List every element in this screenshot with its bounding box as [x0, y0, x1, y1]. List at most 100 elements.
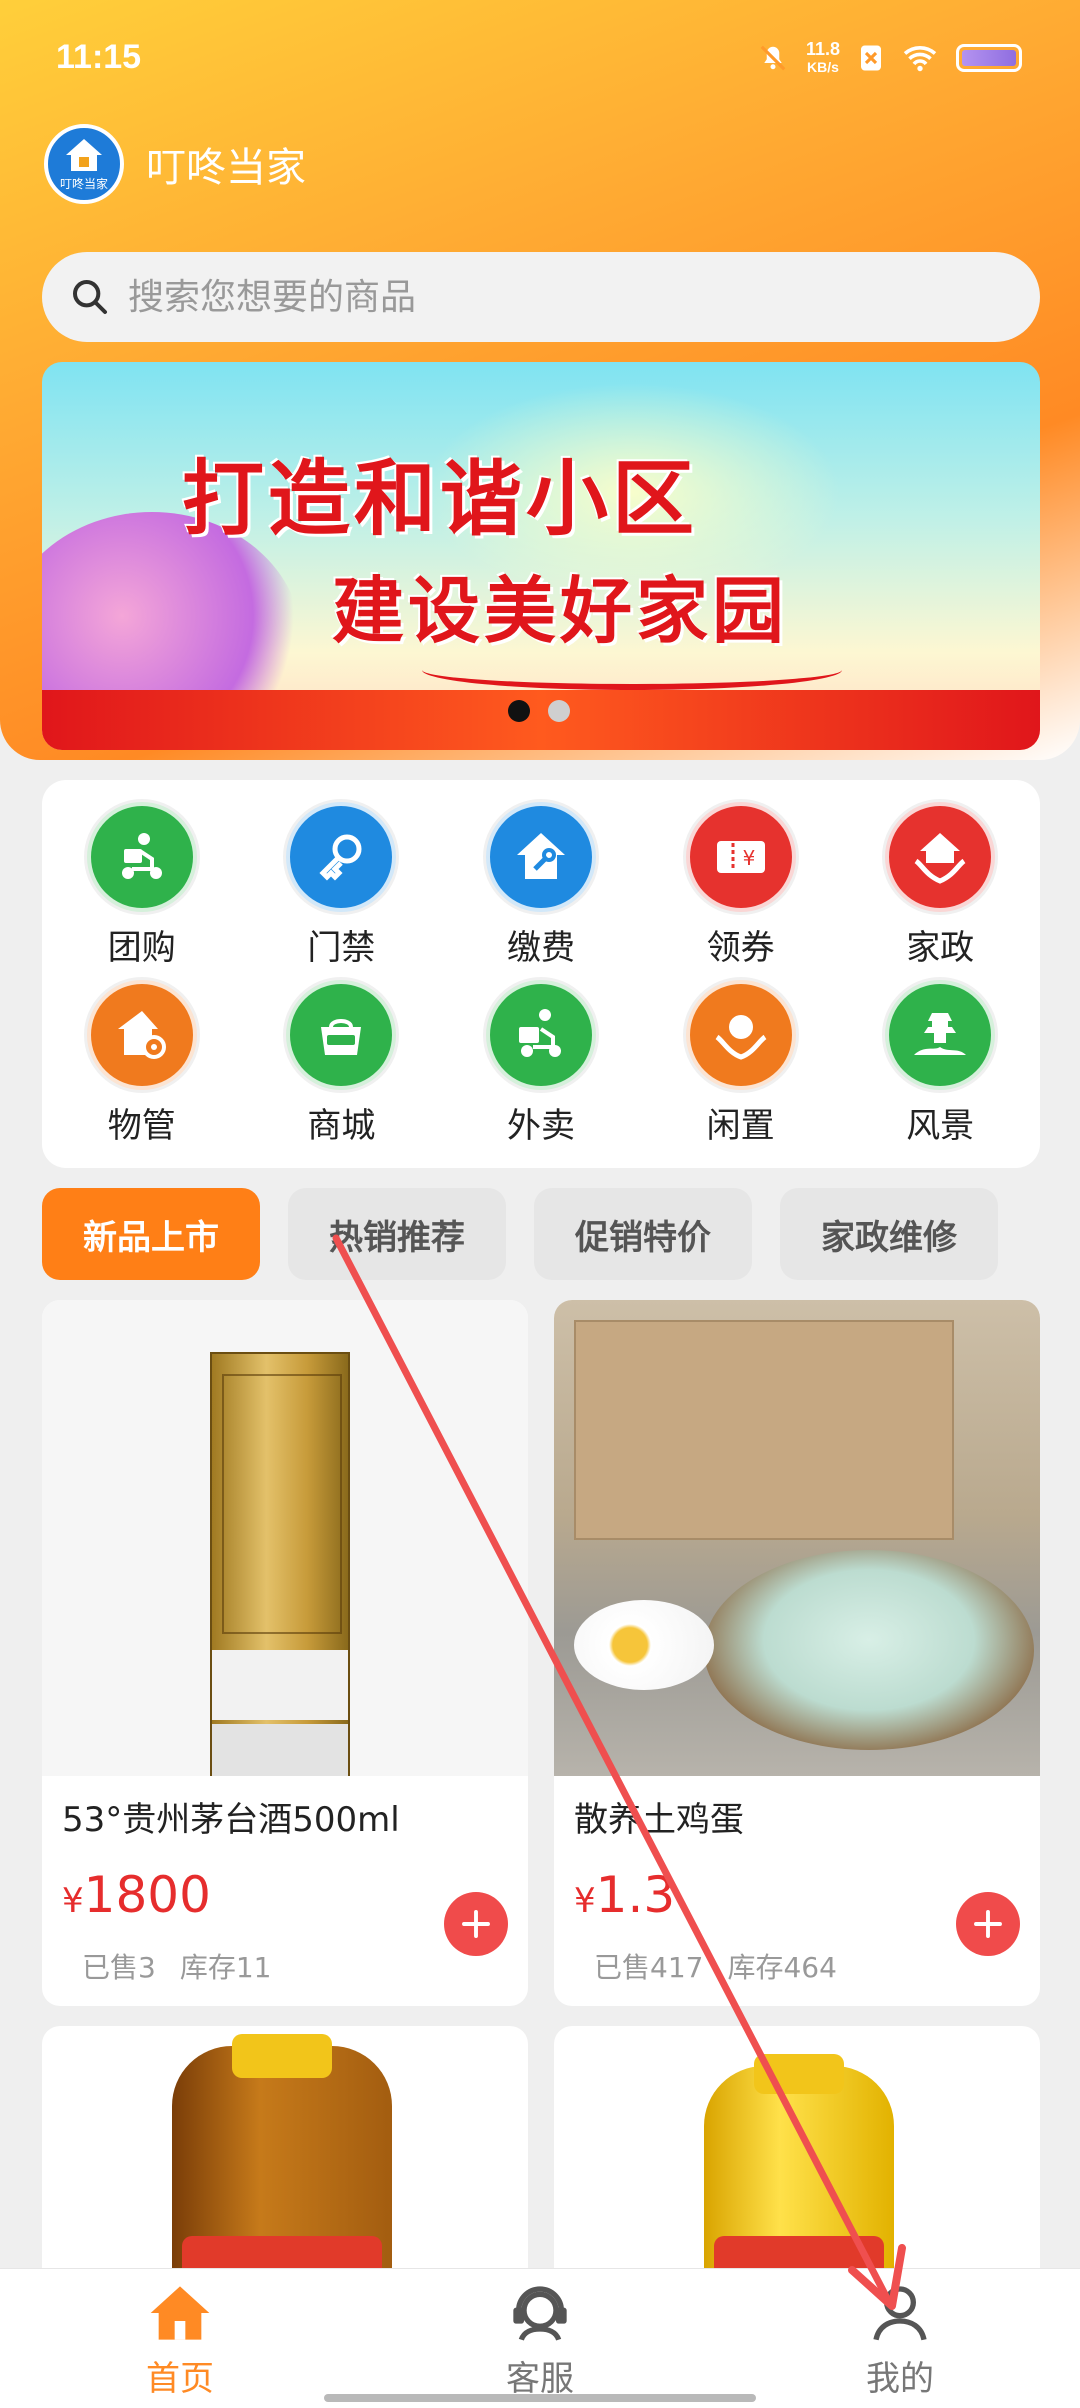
home-hands-icon — [885, 801, 996, 912]
key-icon — [286, 801, 397, 912]
product-image — [554, 1300, 1040, 1776]
network-speed-unit: KB/s — [807, 59, 839, 75]
customer-service-icon — [513, 2286, 567, 2341]
mute-bell-icon — [760, 45, 786, 71]
service-access-control[interactable]: 门禁 — [242, 796, 442, 974]
product-grid: 53°贵州茅台酒500ml ¥1800 已售3 库存11 散养土鸡蛋 ¥1.3 … — [42, 1300, 1040, 2326]
banner-line1: 打造和谐小区 — [182, 452, 699, 547]
nav-label: 客服 — [506, 2359, 574, 2399]
service-secondhand[interactable]: 闲置 — [641, 974, 841, 1152]
wifi-icon — [903, 46, 937, 72]
add-to-cart-button[interactable] — [444, 1892, 508, 1956]
service-housekeeping[interactable]: 家政 — [840, 796, 1040, 974]
product-image — [42, 1300, 528, 1776]
sold-count: 已售3 — [82, 1951, 156, 1984]
tab-new-arrivals[interactable]: 新品上市 — [42, 1188, 260, 1280]
coupon-icon: ¥ — [685, 801, 796, 912]
egg-box-image — [574, 1320, 954, 1540]
banner-dot-1[interactable] — [508, 700, 530, 722]
nav-profile[interactable]: 我的 — [720, 2269, 1080, 2408]
service-group-buy[interactable]: 团购 — [42, 796, 242, 974]
logo-text: 叮咚当家 — [59, 176, 108, 191]
service-label: 风景 — [906, 1105, 975, 1146]
product-name: 散养土鸡蛋 — [574, 1800, 744, 1840]
svg-text:¥: ¥ — [742, 846, 755, 870]
home-wrench-icon — [485, 801, 596, 912]
app-brand: 叮咚当家 叮咚当家 — [44, 124, 306, 204]
status-time: 11:15 — [56, 38, 142, 76]
service-label: 缴费 — [506, 927, 575, 968]
service-payment[interactable]: 缴费 — [441, 796, 641, 974]
product-stats: 已售417 库存464 — [594, 1946, 837, 1986]
category-tabs: 新品上市 热销推荐 促销特价 家政维修 — [42, 1188, 1040, 1280]
service-property[interactable]: 物管 — [42, 974, 242, 1152]
service-label: 领券 — [706, 927, 775, 968]
nav-customer-service[interactable]: 客服 — [360, 2269, 720, 2408]
app-logo: 叮咚当家 — [44, 124, 124, 204]
product-card[interactable]: 53°贵州茅台酒500ml ¥1800 已售3 库存11 — [42, 1300, 528, 2006]
currency-symbol: ¥ — [574, 1881, 596, 1921]
service-label: 商城 — [307, 1105, 376, 1146]
tab-housekeeping-repair[interactable]: 家政维修 — [780, 1188, 998, 1280]
banner-pagination[interactable] — [508, 700, 570, 722]
house-logo-icon — [66, 138, 102, 171]
app-name: 叮咚当家 — [146, 145, 306, 191]
banner-dot-2[interactable] — [548, 700, 570, 722]
sim-off-icon — [861, 45, 881, 71]
service-grid: 团购 门禁 缴费 ¥ 领券 家政 物管 商城 外卖 闲置 风景 — [42, 780, 1040, 1168]
property-gear-icon — [86, 979, 197, 1090]
service-label: 家政 — [906, 927, 975, 968]
banner-line2: 建设美好家园 — [332, 569, 789, 653]
price-value: 1.3 — [595, 1866, 676, 1924]
product-name: 53°贵州茅台酒500ml — [62, 1800, 400, 1840]
search-icon — [73, 280, 107, 314]
egg-bowl-image — [574, 1600, 714, 1690]
bottom-navigation: 首页 客服 我的 — [0, 2268, 1080, 2408]
status-icons: 11.8 KB/s — [758, 40, 1022, 76]
service-mall[interactable]: 商城 — [242, 974, 442, 1152]
stock-count: 库存464 — [727, 1951, 837, 1984]
service-label: 门禁 — [307, 927, 376, 968]
sold-count: 已售417 — [594, 1951, 704, 1984]
product-stats: 已售3 库存11 — [82, 1946, 271, 1986]
liquor-box-image — [210, 1352, 350, 1776]
hands-support-icon — [685, 979, 796, 1090]
service-label: 团购 — [107, 927, 176, 968]
service-label: 外卖 — [506, 1105, 575, 1146]
product-price: ¥1800 — [62, 1866, 211, 1924]
user-profile-icon — [873, 2286, 927, 2341]
egg-basket-image — [704, 1550, 1034, 1750]
network-speed: 11.8 KB/s — [806, 40, 840, 76]
nav-home[interactable]: 首页 — [0, 2269, 360, 2408]
home-indicator — [324, 2394, 756, 2402]
product-price: ¥1.3 — [574, 1866, 675, 1924]
add-to-cart-button[interactable] — [956, 1892, 1020, 1956]
home-icon — [150, 2286, 210, 2340]
tab-promotions[interactable]: 促销特价 — [534, 1188, 752, 1280]
status-bar: 11:15 11.8 KB/s — [0, 0, 1080, 120]
product-card[interactable]: 散养土鸡蛋 ¥1.3 已售417 库存464 — [554, 1300, 1040, 2006]
farm-shop-icon — [286, 979, 397, 1090]
stock-count: 库存11 — [179, 1951, 272, 1984]
nav-label: 我的 — [866, 2359, 934, 2399]
tab-hot-sales[interactable]: 热销推荐 — [288, 1188, 506, 1280]
search-bar[interactable] — [42, 252, 1040, 342]
plus-icon — [974, 1910, 1002, 1938]
battery-icon — [956, 44, 1022, 72]
takeout-scooter-icon — [485, 979, 596, 1090]
search-input[interactable] — [128, 276, 928, 318]
plus-icon — [462, 1910, 490, 1938]
service-coupon[interactable]: ¥ 领券 — [641, 796, 841, 974]
currency-symbol: ¥ — [62, 1881, 84, 1921]
delivery-scooter-icon — [86, 801, 197, 912]
promo-banner[interactable]: 打造和谐小区 建设美好家园 — [42, 362, 1040, 750]
service-label: 闲置 — [706, 1105, 775, 1146]
nav-label: 首页 — [146, 2359, 214, 2399]
pagoda-icon — [885, 979, 996, 1090]
price-value: 1800 — [83, 1866, 211, 1924]
network-speed-value: 11.8 — [805, 39, 840, 59]
banner-swoosh — [422, 650, 842, 690]
service-label: 物管 — [107, 1105, 176, 1146]
service-takeout[interactable]: 外卖 — [441, 974, 641, 1152]
service-scenery[interactable]: 风景 — [840, 974, 1040, 1152]
